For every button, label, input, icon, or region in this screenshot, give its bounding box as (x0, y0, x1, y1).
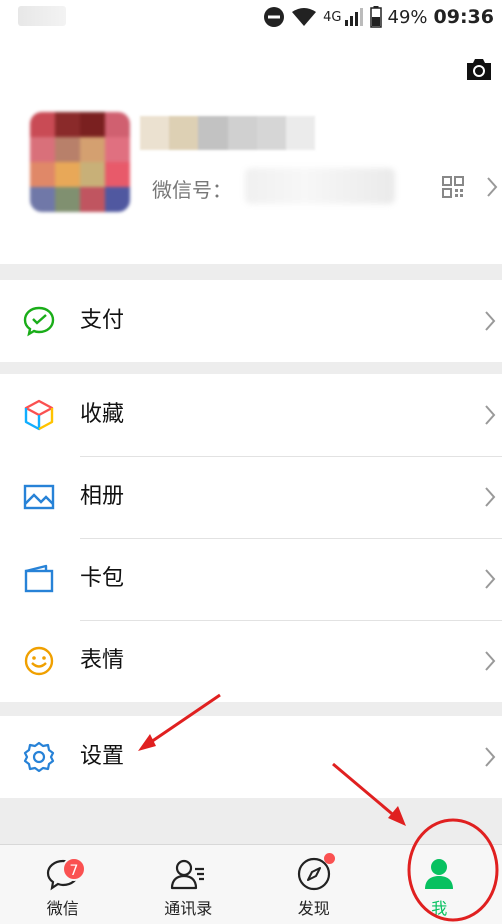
wechat-id-redacted (245, 168, 395, 204)
unread-badge: 7 (62, 857, 86, 881)
status-left-blur (18, 6, 66, 26)
menu-item-label: 卡包 (80, 566, 125, 591)
camera-icon[interactable] (464, 54, 494, 84)
picture-icon (23, 484, 55, 510)
nickname-redacted (140, 116, 316, 150)
avatar[interactable] (30, 112, 130, 212)
menu-item-pay[interactable]: 支付 (0, 280, 502, 362)
menu-item-album[interactable]: 相册 (0, 456, 502, 538)
wallet-icon (24, 564, 54, 593)
menu-group-pay: 支付 (0, 280, 502, 362)
gear-icon (23, 741, 55, 773)
menu-item-label: 收藏 (80, 402, 125, 427)
battery-percent: 49% (387, 6, 428, 28)
tab-label: 发现 (297, 899, 330, 918)
tab-me[interactable]: 我 (377, 845, 502, 924)
menu-item-stickers[interactable]: 表情 (0, 620, 502, 702)
wifi-icon (292, 8, 317, 26)
compass-icon-wrap (295, 853, 335, 893)
profile-header[interactable]: 微信号： (0, 34, 502, 264)
wechat-pay-icon (23, 306, 55, 337)
menu-item-favorites[interactable]: 收藏 (0, 374, 502, 456)
network-type: 4G (323, 9, 342, 25)
cube-icon (24, 399, 54, 431)
person-icon (425, 859, 454, 889)
tab-chats[interactable]: 7 微信 (0, 845, 126, 924)
battery-icon (369, 6, 382, 28)
chevron-right-icon (485, 405, 496, 425)
menu-item-label: 相册 (80, 484, 125, 509)
qr-code-icon[interactable] (442, 176, 464, 198)
menu-item-cards[interactable]: 卡包 (0, 538, 502, 620)
menu-item-label: 设置 (80, 744, 125, 769)
bottom-tab-bar: 7 微信 通讯录 发现 我 (0, 844, 502, 924)
chevron-right-icon (485, 747, 496, 767)
chevron-right-icon (485, 651, 496, 671)
tab-label: 通讯录 (164, 899, 213, 918)
menu-item-settings[interactable]: 设置 (0, 716, 502, 798)
chevron-right-icon (485, 311, 496, 331)
tab-label: 我 (431, 899, 448, 918)
status-bar: 4G 49% 09:36 (0, 0, 502, 34)
tab-discover[interactable]: 发现 (251, 845, 377, 924)
smile-icon (24, 646, 54, 676)
tab-contacts[interactable]: 通讯录 (126, 845, 252, 924)
contacts-icon (171, 859, 205, 890)
chevron-right-icon (487, 177, 498, 197)
chevron-right-icon (485, 569, 496, 589)
menu-group-main: 收藏 相册 卡包 表情 (0, 374, 502, 702)
menu-group-settings: 设置 (0, 716, 502, 798)
clock: 09:36 (433, 6, 494, 28)
wechat-id-label: 微信号： (152, 178, 232, 202)
menu-item-label: 表情 (80, 648, 125, 673)
do-not-disturb-icon (264, 7, 285, 27)
chevron-right-icon (485, 487, 496, 507)
tab-label: 微信 (46, 899, 79, 918)
signal-icon (344, 8, 363, 26)
menu-item-label: 支付 (80, 308, 125, 333)
new-dot (323, 853, 335, 864)
